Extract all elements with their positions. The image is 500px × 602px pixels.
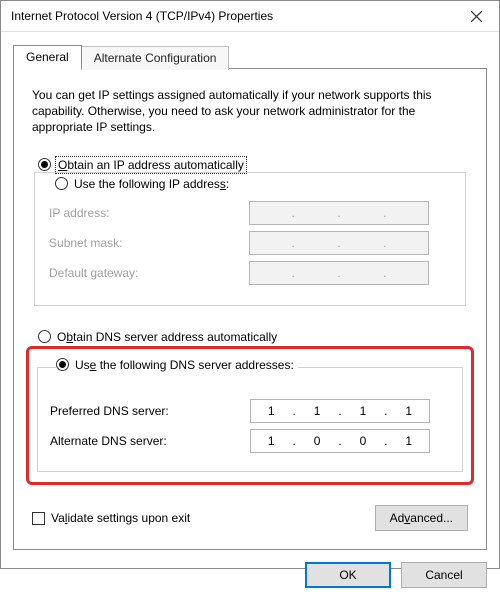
dialog-buttons: OK Cancel (13, 550, 487, 588)
radio-use-following-ip[interactable]: Use the following IP address: (55, 177, 233, 191)
dns-highlight-box: Use the following DNS server addresses: … (26, 346, 474, 486)
radio-icon (55, 177, 68, 190)
radio-label: Obtain DNS server address automatically (57, 330, 277, 344)
radio-label: Obtain an IP address automatically (57, 158, 245, 172)
alternate-dns-label: Alternate DNS server: (50, 434, 250, 448)
radio-icon (38, 158, 51, 171)
default-gateway-input: ... (249, 261, 429, 285)
preferred-dns-label: Preferred DNS server: (50, 404, 250, 418)
radio-obtain-dns-auto[interactable]: Obtain DNS server address automatically (38, 330, 468, 344)
validate-checkbox[interactable] (32, 512, 45, 525)
window-title: Internet Protocol Version 4 (TCP/IPv4) P… (11, 9, 453, 23)
ipv4-properties-dialog: Internet Protocol Version 4 (TCP/IPv4) P… (0, 0, 500, 569)
validate-label: Validate settings upon exit (51, 511, 190, 525)
radio-icon (56, 358, 69, 371)
ip-address-input: ... (249, 201, 429, 225)
bottom-row: Validate settings upon exit Advanced... (32, 505, 468, 531)
radio-obtain-ip-auto[interactable]: Obtain an IP address automatically (38, 158, 468, 172)
ip-address-label: IP address: (49, 206, 249, 220)
ip-address-row: IP address: ... (49, 201, 451, 225)
tab-panel-general: You can get IP settings assigned automat… (13, 68, 487, 550)
alternate-dns-row: Alternate DNS server: 1. 0. 0. 1 (50, 429, 450, 453)
ip-address-group: Use the following IP address: IP address… (34, 172, 466, 306)
preferred-dns-row: Preferred DNS server: 1. 1. 1. 1 (50, 399, 450, 423)
dns-server-group: Use the following DNS server addresses: … (37, 367, 463, 473)
close-button[interactable] (453, 1, 499, 31)
radio-label: Use the following DNS server addresses: (75, 358, 294, 372)
subnet-mask-row: Subnet mask: ... (49, 231, 451, 255)
radio-icon (38, 330, 51, 343)
ok-button[interactable]: OK (305, 562, 391, 588)
default-gateway-row: Default gateway: ... (49, 261, 451, 285)
radio-use-following-dns[interactable]: Use the following DNS server addresses: (56, 358, 298, 372)
tab-general[interactable]: General (13, 45, 82, 69)
dialog-body: General Alternate Configuration You can … (1, 32, 499, 602)
alternate-dns-input[interactable]: 1. 0. 0. 1 (250, 429, 430, 453)
cancel-button[interactable]: Cancel (401, 562, 487, 588)
default-gateway-label: Default gateway: (49, 266, 249, 280)
tabs-bar: General Alternate Configuration (13, 44, 487, 68)
intro-text: You can get IP settings assigned automat… (32, 87, 468, 136)
preferred-dns-input[interactable]: 1. 1. 1. 1 (250, 399, 430, 423)
close-icon (471, 11, 482, 22)
advanced-button[interactable]: Advanced... (375, 505, 468, 531)
radio-label: Use the following IP address: (74, 177, 229, 191)
titlebar: Internet Protocol Version 4 (TCP/IPv4) P… (1, 1, 499, 32)
subnet-mask-input: ... (249, 231, 429, 255)
tab-alternate-configuration[interactable]: Alternate Configuration (81, 46, 230, 70)
subnet-mask-label: Subnet mask: (49, 236, 249, 250)
